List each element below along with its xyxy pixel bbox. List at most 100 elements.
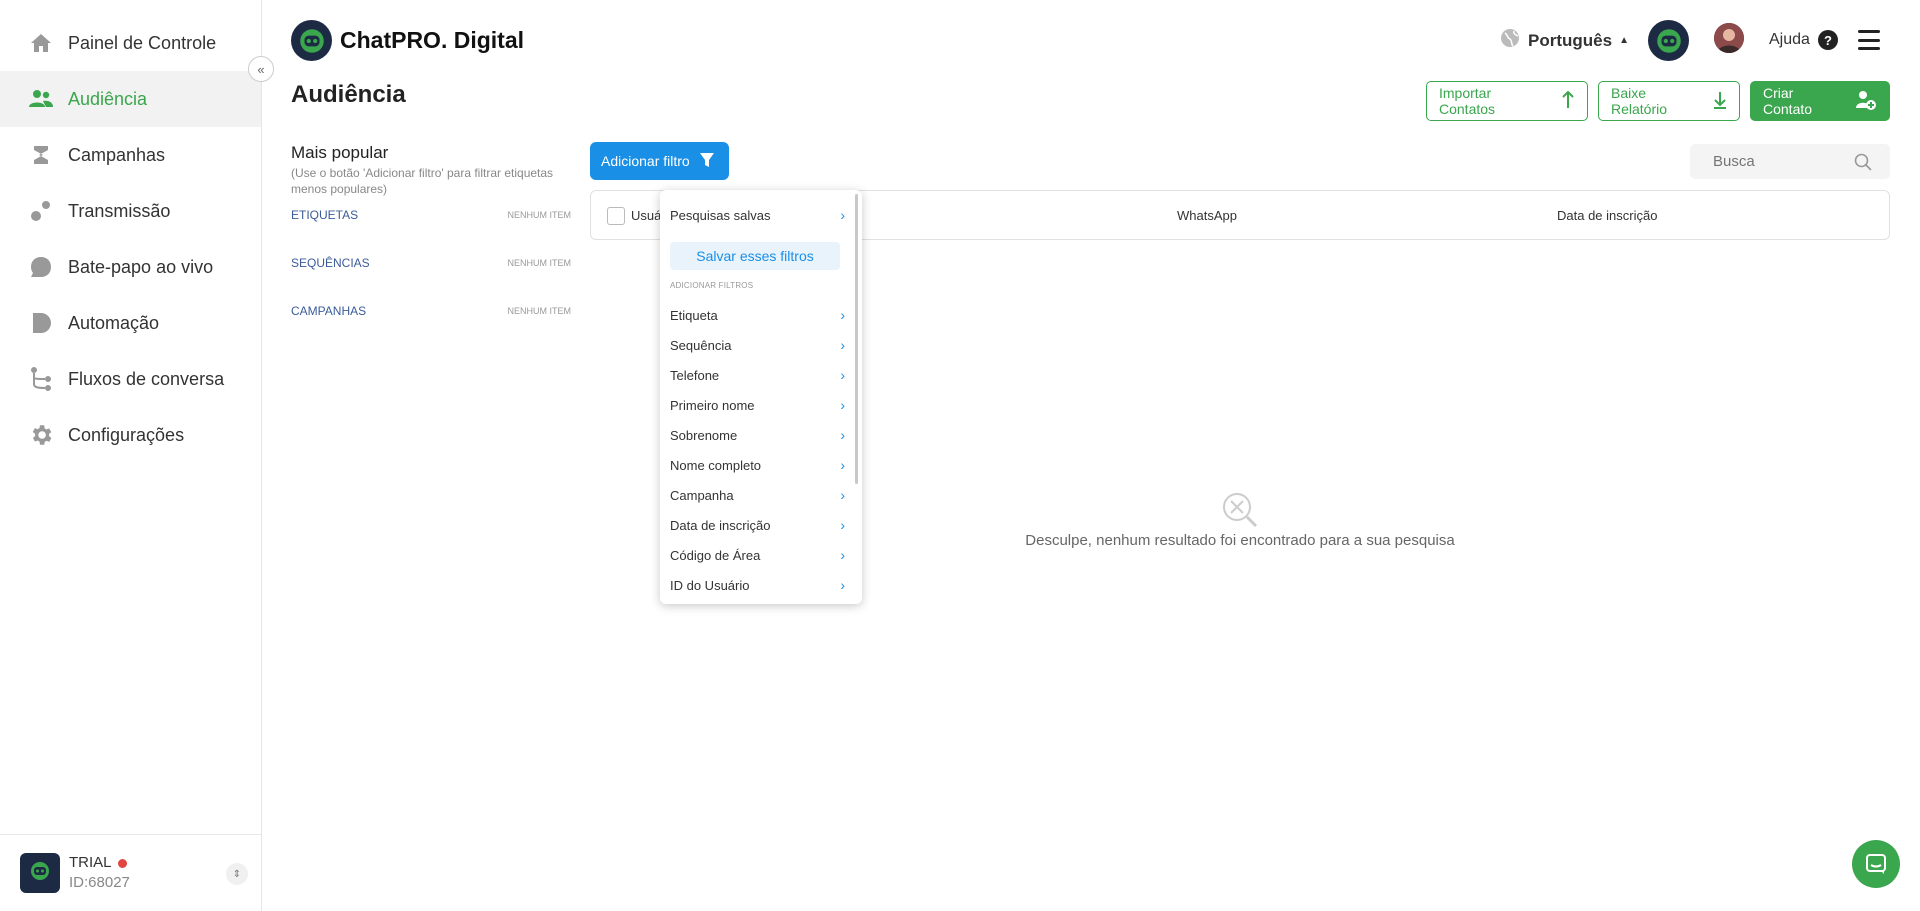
dropdown-item-saved-searches[interactable]: Pesquisas salvas › [670,203,845,227]
page-title: Audiência [291,81,406,108]
sidebar-item-configuracoes[interactable]: Configurações [0,407,261,463]
dropdown-item-sequencia[interactable]: Sequência › [670,333,845,357]
sidebar-item-painel[interactable]: Painel de Controle [0,15,261,71]
sidebar-item-audiencia[interactable]: Audiência [0,71,261,127]
brand-logo-icon [291,20,332,61]
account-id: ID:68027 [69,874,130,891]
chevron-right-icon: › [840,367,845,383]
collapse-sidebar-button[interactable]: « [248,56,274,82]
dropdown-item-label: Pesquisas salvas [670,207,771,223]
sidebar-item-campanhas[interactable]: Campanhas [0,127,261,183]
download-report-label: Baixe Relatório [1611,85,1668,117]
dropdown-item-label: Campanha [670,487,734,503]
dropdown-item-label: Data de inscrição [670,517,771,533]
import-contacts-label: Importar Contatos [1439,85,1496,117]
sidebar-item-bate-papo[interactable]: Bate-papo ao vivo [0,239,261,295]
dropdown-item-nome-completo[interactable]: Nome completo › [670,453,845,477]
create-contact-label: Criar Contato [1763,85,1813,117]
support-chat-button[interactable] [1852,840,1900,888]
chevron-right-icon: › [840,207,845,223]
create-contact-button[interactable]: Criar Contato [1750,81,1890,121]
account-info: TRIAL ID:68027 [69,853,130,893]
chevron-right-icon: › [840,517,845,533]
automation-icon [28,310,54,336]
sidebar-item-fluxos[interactable]: Fluxos de conversa [0,351,261,407]
popular-title: Mais popular [291,143,389,162]
dropdown-item-label: Sobrenome [670,427,738,443]
bot-avatar[interactable] [1648,20,1689,61]
filter-group-etiquetas[interactable]: ETIQUETAS NENHUM ITEM [291,208,571,222]
chevron-right-icon: › [840,547,845,563]
help-link[interactable]: Ajuda ? [1769,30,1838,50]
save-filters-button[interactable]: Salvar esses filtros [670,242,840,270]
dropdown-item-id-usuario[interactable]: ID do Usuário › [670,573,845,597]
plan-label: TRIAL [69,854,112,871]
search-box[interactable] [1690,144,1890,179]
chat-bubble-icon [1866,854,1886,874]
caret-down-icon: ▲ [1619,35,1629,46]
home-icon [28,30,54,56]
dropdown-scrollbar[interactable] [855,194,858,484]
brand-name: ChatPRO. Digital [340,27,525,53]
sidebar-item-label: Campanhas [68,144,166,165]
download-report-button[interactable]: Baixe Relatório [1598,81,1740,121]
switch-account-icon[interactable]: ⇕ [226,863,248,885]
select-all-checkbox[interactable] [607,207,625,225]
gear-icon [28,422,54,448]
brand[interactable]: ChatPRO. Digital [291,20,524,61]
sidebar-item-automacao[interactable]: Automação [0,295,261,351]
empty-state: Desculpe, nenhum resultado foi encontrad… [1000,492,1480,549]
chevron-right-icon: › [840,487,845,503]
sidebar-item-label: Bate-papo ao vivo [68,256,214,277]
chevron-right-icon: › [840,577,845,593]
dropdown-item-label: Etiqueta [670,307,718,323]
sidebar-item-label: Configurações [68,424,185,445]
account-logo [20,853,60,893]
dropdown-item-label: Primeiro nome [670,397,755,413]
sidebar-item-label: Fluxos de conversa [68,368,225,389]
globe-icon [1500,28,1520,53]
column-subscription-date[interactable]: Data de inscrição [1557,208,1657,223]
dropdown-item-label: Código de Área [670,547,761,563]
sidebar-item-label: Automação [68,312,160,333]
dropdown-item-sobrenome[interactable]: Sobrenome › [670,423,845,447]
dropdown-item-label: Nome completo [670,457,762,473]
sidebar-item-label: Audiência [68,88,148,109]
search-input[interactable] [1713,153,1853,170]
sidebar-item-label: Transmissão [68,200,171,221]
plan-status: TRIAL [69,853,130,873]
add-filter-button[interactable]: Adicionar filtro [590,142,729,180]
chevron-right-icon: › [840,457,845,473]
language-selector[interactable]: Português ▲ [1500,28,1629,53]
search-icon[interactable] [1854,153,1872,176]
add-filter-label: Adicionar filtro [601,153,690,169]
dropdown-item-primeiro-nome[interactable]: Primeiro nome › [670,393,845,417]
dropdown-item-etiqueta[interactable]: Etiqueta › [670,303,845,327]
status-dot-icon [117,858,127,868]
chevron-right-icon: › [840,337,845,353]
filter-group-sequencias[interactable]: SEQUÊNCIAS NENHUM ITEM [291,256,571,270]
sidebar-item-transmissao[interactable]: Transmissão [0,183,261,239]
column-user[interactable]: Usuá [631,208,661,223]
account-switcher[interactable]: TRIAL ID:68027 ⇕ [0,834,261,911]
broadcast-icon [28,198,54,224]
help-label: Ajuda [1769,31,1810,48]
import-contacts-button[interactable]: Importar Contatos [1426,81,1588,121]
dropdown-item-campanha[interactable]: Campanha › [670,483,845,507]
user-avatar[interactable] [1714,23,1744,53]
dropdown-item-telefone[interactable]: Telefone › [670,363,845,387]
menu-icon[interactable] [1858,30,1880,50]
dropdown-item-label: Telefone [670,367,720,383]
filter-icon [699,152,715,171]
filter-group-campanhas[interactable]: CAMPANHAS NENHUM ITEM [291,304,571,318]
sidebar-item-label: Painel de Controle [68,32,217,53]
filter-group-name: ETIQUETAS [291,208,359,222]
filter-group-empty: NENHUM ITEM [507,210,572,220]
empty-message: Desculpe, nenhum resultado foi encontrad… [1025,532,1455,549]
column-whatsapp[interactable]: WhatsApp [1177,208,1237,223]
dropdown-item-data-inscricao[interactable]: Data de inscrição › [670,513,845,537]
add-user-icon [1855,89,1877,114]
sidebar: Painel de Controle Audiência Campanhas T… [0,0,262,911]
dropdown-item-codigo-area[interactable]: Código de Área › [670,543,845,567]
help-icon: ? [1817,30,1838,50]
